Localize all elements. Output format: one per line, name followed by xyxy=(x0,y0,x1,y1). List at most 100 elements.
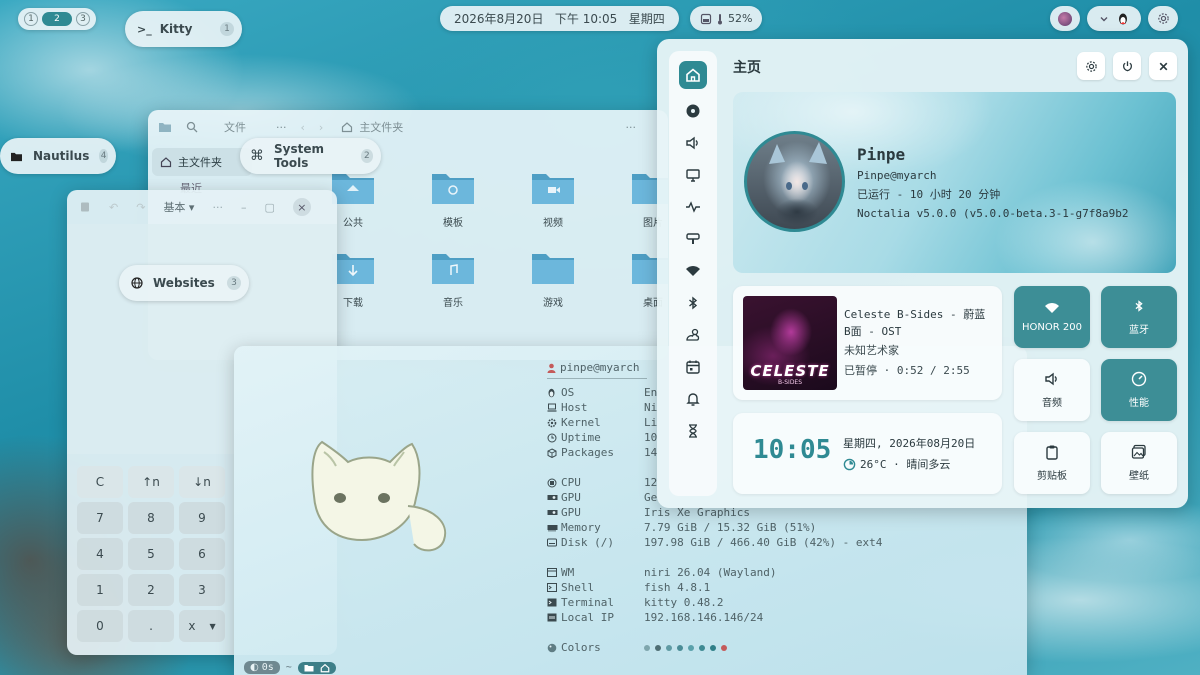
profile-uptime: 已运行 - 10 小时 20 分钟 xyxy=(857,188,1001,201)
window-label-websites[interactable]: Websites 3 xyxy=(119,265,249,301)
folder-item[interactable]: 视频 xyxy=(518,168,588,229)
wifi-icon xyxy=(685,263,701,279)
quick-tile[interactable]: 壁纸 xyxy=(1101,432,1177,494)
nav-item-bluetooth[interactable] xyxy=(677,287,709,319)
media-card[interactable]: CELESTE B-SIDES Celeste B-Sides - 蔚蓝 B面 … xyxy=(733,286,1002,400)
fetch-value: 192.168.146.146/24 xyxy=(644,611,764,624)
folder-item[interactable]: 模板 xyxy=(418,168,488,229)
media-status: 已暂停 · 0:52 / 2:55 xyxy=(844,364,970,377)
disc-icon xyxy=(685,103,701,119)
quick-tile-label: 性能 xyxy=(1129,398,1149,409)
battery-icon xyxy=(700,13,712,25)
folder-item[interactable]: 游戏 xyxy=(518,248,588,309)
battery-pill[interactable]: 52% xyxy=(690,6,763,31)
calculator-key[interactable]: 1 xyxy=(77,574,123,606)
quick-tile[interactable]: HONOR 200 xyxy=(1014,286,1090,348)
back-icon[interactable]: ‹ xyxy=(301,121,305,134)
chevron-down-icon: ▼ xyxy=(209,621,216,631)
qq-penguin-icon[interactable] xyxy=(1117,12,1129,26)
minimize-icon[interactable]: – xyxy=(241,201,247,214)
folder-item[interactable]: 音乐 xyxy=(418,248,488,309)
calculator-key[interactable]: 6 xyxy=(179,538,225,570)
cpu-icon xyxy=(547,478,561,488)
cc-power-button[interactable] xyxy=(1113,52,1141,80)
workspace-3[interactable]: 3 xyxy=(76,12,90,26)
path-label[interactable]: 主文件夹 xyxy=(359,119,403,135)
nav-item-timer[interactable] xyxy=(677,415,709,447)
calculator-key[interactable]: 7 xyxy=(77,502,123,534)
nav-item-activity[interactable] xyxy=(677,191,709,223)
folder-label: 游戏 xyxy=(543,298,563,309)
calculator-key[interactable]: 3 xyxy=(179,574,225,606)
nav-item-calendar[interactable] xyxy=(677,351,709,383)
bell-icon xyxy=(685,391,701,407)
path-more-icon[interactable]: ··· xyxy=(626,121,637,134)
redo-icon[interactable]: ↷ xyxy=(136,201,145,214)
calculator-key[interactable]: x ▼ xyxy=(179,610,225,642)
calculator-key[interactable]: 4 xyxy=(77,538,123,570)
quick-tile[interactable]: 音频 xyxy=(1014,359,1090,421)
quick-tile[interactable]: 剪贴板 xyxy=(1014,432,1090,494)
cc-close-button[interactable] xyxy=(1149,52,1177,80)
close-icon[interactable]: × xyxy=(292,198,311,216)
nav-item-notifications[interactable] xyxy=(677,383,709,415)
calculator-key[interactable]: ↓n xyxy=(179,466,225,498)
prompt-tilde: ~ xyxy=(285,662,292,673)
palette-swatch xyxy=(666,644,672,651)
forward-icon[interactable]: › xyxy=(319,121,323,134)
folder-label: 模板 xyxy=(443,218,463,229)
sidebar-item-home[interactable]: 主文件夹 xyxy=(152,148,252,176)
gear-icon xyxy=(1157,12,1170,25)
undo-icon[interactable]: ↶ xyxy=(109,201,118,214)
folder-icon xyxy=(530,248,576,288)
nav-item-display[interactable] xyxy=(677,159,709,191)
search-icon[interactable] xyxy=(186,121,198,133)
calculator-key[interactable]: . xyxy=(128,610,174,642)
maximize-icon[interactable]: ▢ xyxy=(264,201,274,214)
calculator-key[interactable]: 5 xyxy=(128,538,174,570)
cc-settings-button[interactable] xyxy=(1077,52,1105,80)
folder-tab-icon[interactable] xyxy=(158,121,172,133)
files-menu-label[interactable]: 文件 xyxy=(224,119,246,135)
calculator-key[interactable]: C xyxy=(77,466,123,498)
clock-icon xyxy=(547,433,561,443)
volume-icon xyxy=(685,135,701,151)
calculator-key[interactable]: 2 xyxy=(128,574,174,606)
tray-group[interactable] xyxy=(1087,6,1141,31)
folder-icon xyxy=(530,168,576,208)
nav-item-media[interactable] xyxy=(677,95,709,127)
calculator-key-label: 4 xyxy=(96,547,104,561)
chevron-down-icon[interactable] xyxy=(1099,14,1109,24)
nav-item-theme[interactable] xyxy=(677,223,709,255)
more-icon[interactable]: ··· xyxy=(276,121,287,134)
calculator-key-label: . xyxy=(149,619,153,633)
calculator-key[interactable]: ↑n xyxy=(128,466,174,498)
calculator-key[interactable]: 0 xyxy=(77,610,123,642)
menu-more-icon[interactable]: ··· xyxy=(212,201,223,214)
datetime-pill[interactable]: 2026年8月20日 下午 10:05 星期四 xyxy=(440,6,679,31)
clock-time: 10:05 xyxy=(753,435,832,465)
prompt-bar: ◐ 0s ~ xyxy=(244,661,336,674)
quick-tile[interactable]: 性能 xyxy=(1101,359,1177,421)
nav-item-weather[interactable] xyxy=(677,319,709,351)
nav-item-home[interactable] xyxy=(679,61,707,89)
history-icon[interactable] xyxy=(79,201,91,213)
window-label-nautilus[interactable]: Nautilus 4 xyxy=(0,138,116,174)
window-label-kitty[interactable]: >_ Kitty 1 xyxy=(125,11,242,47)
quick-tile[interactable]: 蓝牙 xyxy=(1101,286,1177,348)
workspace-2[interactable]: 2 xyxy=(42,12,72,26)
calculator-key[interactable]: 8 xyxy=(128,502,174,534)
window-label-system-tools[interactable]: ⌘ System Tools 2 xyxy=(240,138,381,174)
workspace-1[interactable]: 1 xyxy=(24,12,38,26)
nav-item-audio[interactable] xyxy=(677,127,709,159)
terminal-prompt-icon: >_ xyxy=(137,22,152,36)
calculator-key[interactable]: 9 xyxy=(179,502,225,534)
weather-row: 26°C · 晴间多云 xyxy=(843,456,950,472)
quick-tile-label: 音频 xyxy=(1042,398,1062,409)
calculator-key-label: ↓n xyxy=(193,475,211,489)
avatar-tray-button[interactable] xyxy=(1050,6,1080,31)
settings-tray-button[interactable] xyxy=(1148,6,1178,31)
nav-item-network[interactable] xyxy=(677,255,709,287)
mode-selector[interactable]: 基本 ▾ xyxy=(163,199,194,215)
wifi-icon xyxy=(1044,301,1060,315)
